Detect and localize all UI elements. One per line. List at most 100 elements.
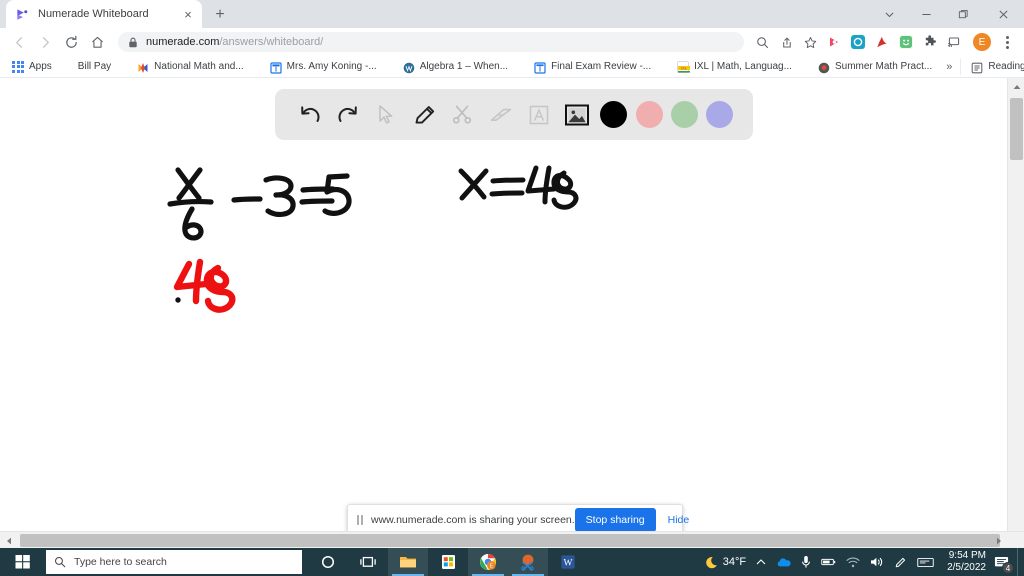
- cast-icon[interactable]: [947, 35, 961, 49]
- pencil-icon[interactable]: [410, 100, 440, 130]
- scroll-up-arrow-icon[interactable]: [1008, 78, 1024, 95]
- address-bar[interactable]: numerade.com/answers/whiteboard/: [118, 32, 744, 52]
- notification-icon[interactable]: 4: [992, 548, 1017, 576]
- extension-puzzle-icon[interactable]: [923, 35, 937, 49]
- omnibox-actions: E: [750, 30, 1018, 54]
- bookmark-summer-math-practice[interactable]: Summer Math Pract...: [812, 58, 938, 76]
- tab-title: Numerade Whiteboard: [38, 8, 149, 20]
- search-icon[interactable]: [750, 30, 774, 54]
- whiteboard-canvas[interactable]: www.numerade.com is sharing your screen.…: [0, 78, 1007, 536]
- tab-numerade-whiteboard[interactable]: Numerade Whiteboard ×: [6, 0, 202, 28]
- speaker-icon[interactable]: [865, 548, 889, 576]
- handwriting-ink-layer: [167, 165, 579, 313]
- back-arrow-icon[interactable]: [6, 29, 32, 55]
- window-controls: [871, 0, 1024, 28]
- pause-bars-icon: [357, 515, 363, 525]
- vertical-scrollbar-thumb[interactable]: [1010, 98, 1023, 160]
- reading-list-button[interactable]: Reading list: [960, 58, 1024, 75]
- google-chrome-icon[interactable]: E: [468, 548, 508, 576]
- bookmark-algebra-1[interactable]: Algebra 1 – When...: [397, 58, 514, 76]
- extension-adobe-pdf-icon[interactable]: [875, 35, 889, 49]
- task-view-icon[interactable]: [348, 548, 388, 576]
- notification-count-badge: 4: [1002, 562, 1014, 574]
- image-icon[interactable]: [562, 100, 592, 130]
- eraser-icon[interactable]: [486, 100, 516, 130]
- apps-grid-icon: [12, 60, 24, 73]
- lock-icon: [129, 37, 137, 47]
- bookmark-label: Apps: [29, 61, 52, 72]
- cursor-select-icon[interactable]: [371, 100, 401, 130]
- extension-teal-icon[interactable]: [851, 35, 865, 49]
- ink-student-answer: [173, 258, 236, 313]
- cortana-icon[interactable]: [308, 548, 348, 576]
- reading-list-icon: [971, 61, 983, 73]
- home-icon[interactable]: [84, 29, 110, 55]
- color-swatch-pink[interactable]: [635, 101, 663, 128]
- color-swatch-green[interactable]: [670, 101, 698, 128]
- new-tab-button[interactable]: +: [206, 2, 234, 28]
- text-icon[interactable]: [524, 100, 554, 130]
- bookmark-mrs-amy-koning[interactable]: Mrs. Amy Koning -...: [264, 58, 383, 76]
- show-desktop-button[interactable]: [1017, 548, 1022, 576]
- bookmark-label: Bill Pay: [77, 61, 112, 72]
- bookmark-apps[interactable]: Apps: [6, 58, 58, 76]
- show-hidden-icons-chevron[interactable]: [751, 548, 771, 576]
- taskbar-clock[interactable]: 9:54 PM 2/5/2022: [939, 550, 992, 574]
- reload-icon[interactable]: [58, 29, 84, 55]
- browser-toolbar: numerade.com/answers/whiteboard/ E: [0, 28, 1024, 56]
- windows-start-icon[interactable]: [0, 548, 46, 576]
- ink-equation-answer: [458, 165, 579, 210]
- tab-search-chevron-icon[interactable]: [871, 0, 908, 28]
- bookmarks-bar: Apps Bill Pay National Math and... Mrs. …: [0, 56, 1024, 78]
- profile-avatar[interactable]: E: [973, 33, 991, 51]
- pen-icon[interactable]: [889, 548, 912, 576]
- bookmark-final-exam-review[interactable]: Final Exam Review -...: [528, 58, 657, 76]
- search-input[interactable]: Type here to search: [46, 550, 302, 574]
- scroll-left-arrow-icon[interactable]: [0, 532, 17, 549]
- hide-button[interactable]: Hide: [656, 514, 696, 526]
- tabstrip-drag-area: [234, 0, 871, 28]
- scissors-icon[interactable]: [448, 100, 478, 130]
- national-math-icon: [137, 61, 149, 73]
- bookmark-national-math[interactable]: National Math and...: [131, 58, 250, 76]
- search-icon: [55, 557, 66, 568]
- undo-icon[interactable]: [295, 100, 325, 130]
- bookmark-label: IXL | Math, Languag...: [694, 61, 792, 72]
- microphone-icon[interactable]: [796, 548, 816, 576]
- stop-sharing-button[interactable]: Stop sharing: [574, 508, 656, 532]
- whiteboard-toolbar: [275, 89, 753, 140]
- share-icon[interactable]: [774, 30, 798, 54]
- scroll-right-arrow-icon[interactable]: [990, 532, 1007, 549]
- snipping-tool-icon[interactable]: [508, 548, 548, 576]
- minimize-icon[interactable]: [908, 0, 945, 28]
- file-explorer-icon[interactable]: [388, 548, 428, 576]
- redo-icon[interactable]: [333, 100, 363, 130]
- numerade-play-icon: [17, 8, 28, 20]
- microsoft-word-icon[interactable]: W: [548, 548, 588, 576]
- close-icon[interactable]: [982, 0, 1024, 28]
- extension-red-arrow-icon[interactable]: [827, 35, 841, 49]
- star-icon[interactable]: [798, 30, 822, 54]
- tab-strip: Numerade Whiteboard × +: [0, 0, 1024, 28]
- wifi-icon[interactable]: [841, 548, 865, 576]
- reading-list-label: Reading list: [988, 61, 1024, 72]
- color-swatch-purple[interactable]: [705, 101, 733, 128]
- bookmark-ixl[interactable]: IXL IXL | Math, Languag...: [671, 58, 798, 76]
- document-icon: [534, 61, 546, 74]
- color-swatch-black[interactable]: [600, 101, 628, 128]
- tab-close-icon[interactable]: ×: [180, 6, 196, 22]
- horizontal-scrollbar[interactable]: [0, 531, 1024, 548]
- keyboard-icon[interactable]: [912, 548, 939, 576]
- bookmark-bill-pay[interactable]: Bill Pay: [72, 58, 117, 76]
- weather-widget[interactable]: 34°F: [701, 548, 751, 576]
- bookmarks-overflow-button[interactable]: »: [938, 61, 960, 73]
- kebab-menu-icon[interactable]: [996, 31, 1018, 53]
- maximize-icon[interactable]: [945, 0, 982, 28]
- extension-green-smiley-icon[interactable]: [899, 35, 913, 49]
- forward-arrow-icon[interactable]: [32, 29, 58, 55]
- horizontal-scrollbar-thumb[interactable]: [20, 534, 1000, 547]
- vertical-scrollbar[interactable]: [1007, 78, 1024, 548]
- onedrive-icon[interactable]: [771, 548, 796, 576]
- battery-icon[interactable]: [816, 548, 841, 576]
- microsoft-store-icon[interactable]: [428, 548, 468, 576]
